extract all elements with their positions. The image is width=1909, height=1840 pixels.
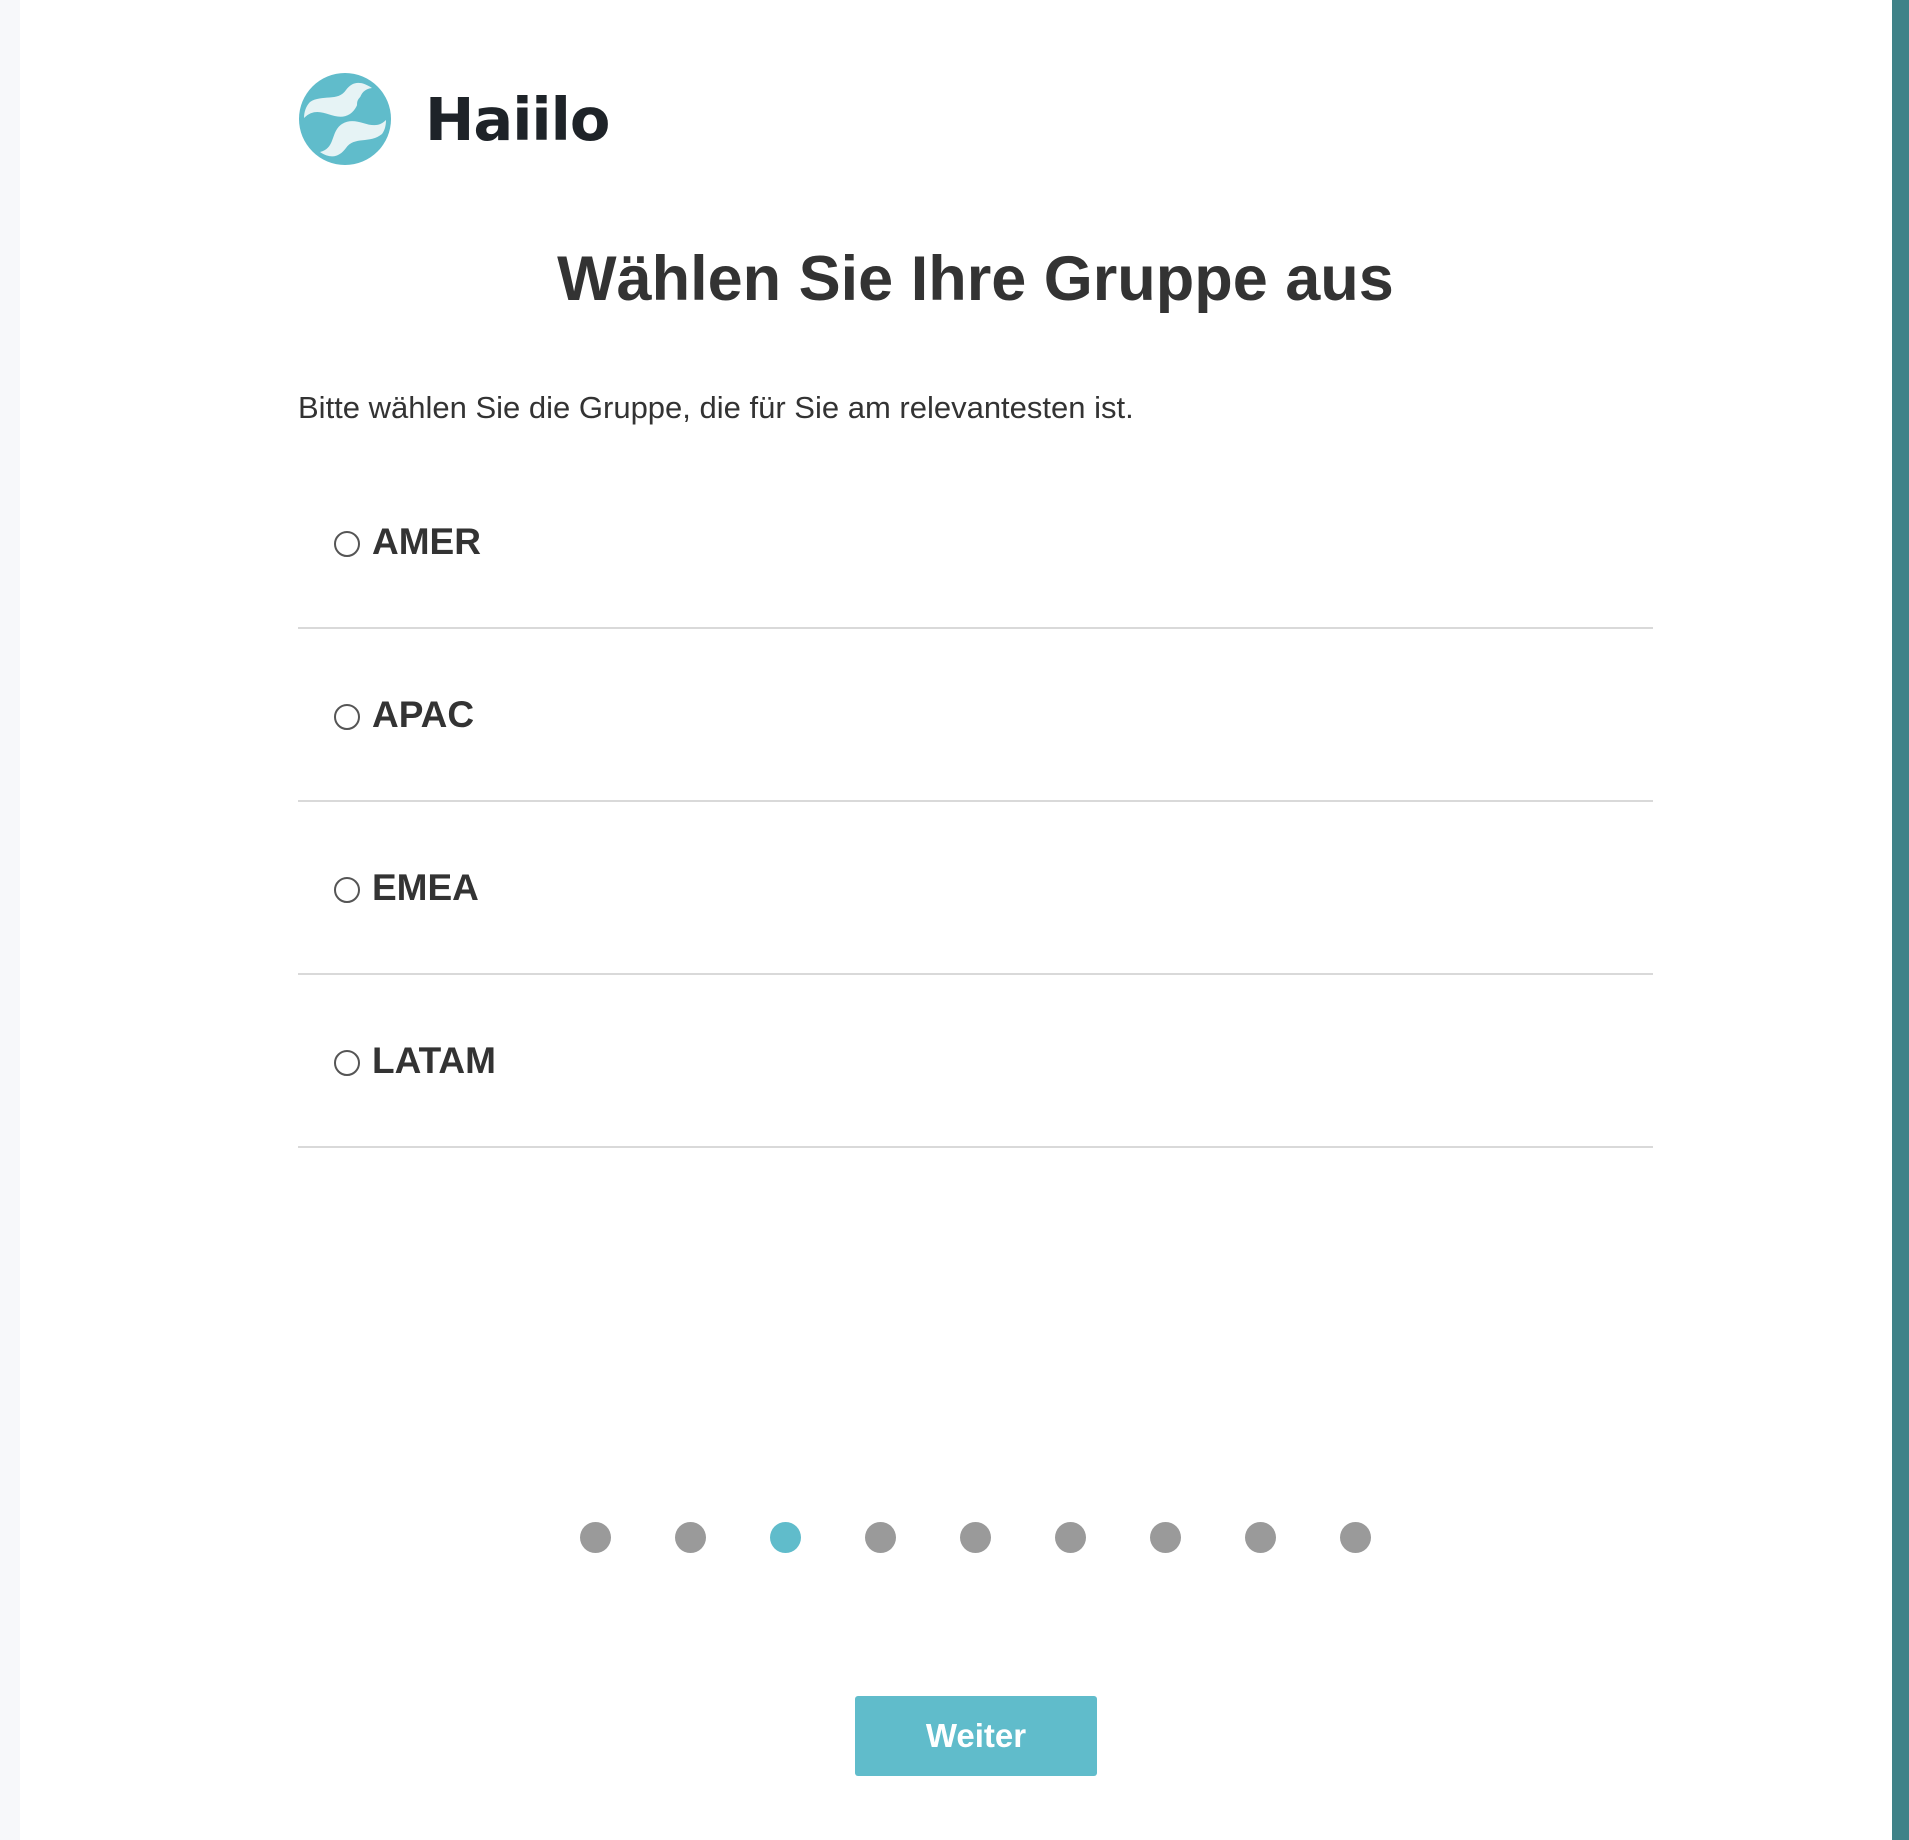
progress-dot: [675, 1522, 706, 1553]
page-title: Wählen Sie Ihre Gruppe aus: [557, 244, 1394, 314]
option-apac[interactable]: APAC: [298, 629, 1653, 802]
progress-dot: [580, 1522, 611, 1553]
haiilo-logo-icon: [299, 73, 391, 165]
radio-button[interactable]: [334, 530, 360, 557]
radio-button[interactable]: [334, 703, 360, 730]
progress-dot: [1150, 1522, 1181, 1553]
haiilo-logo: Haiilo: [298, 72, 610, 166]
group-options-list: AMER APAC EMEA LATAM: [298, 456, 1653, 1148]
option-latam[interactable]: LATAM: [298, 975, 1653, 1148]
option-label: EMEA: [372, 866, 479, 908]
progress-dot: [960, 1522, 991, 1553]
option-label: APAC: [372, 693, 475, 735]
onboarding-panel: Haiilo Wählen Sie Ihre Gruppe aus Bitte …: [20, 0, 1892, 1840]
progress-dot: [1245, 1522, 1276, 1553]
brand-name: Haiilo: [425, 84, 610, 154]
progress-dot-active: [770, 1522, 801, 1553]
page-subtitle: Bitte wählen Sie die Gruppe, die für Sie…: [298, 390, 1134, 425]
radio-button[interactable]: [334, 876, 360, 903]
progress-dot: [865, 1522, 896, 1553]
progress-dot: [1055, 1522, 1086, 1553]
right-edge-bar: [1892, 0, 1909, 1840]
next-button[interactable]: Weiter: [855, 1696, 1097, 1776]
option-emea[interactable]: EMEA: [298, 802, 1653, 975]
progress-dots: [580, 1522, 1435, 1553]
radio-button[interactable]: [334, 1049, 360, 1076]
progress-dot: [1340, 1522, 1371, 1553]
option-label: LATAM: [372, 1039, 496, 1081]
option-label: AMER: [372, 520, 481, 562]
option-amer[interactable]: AMER: [298, 456, 1653, 629]
